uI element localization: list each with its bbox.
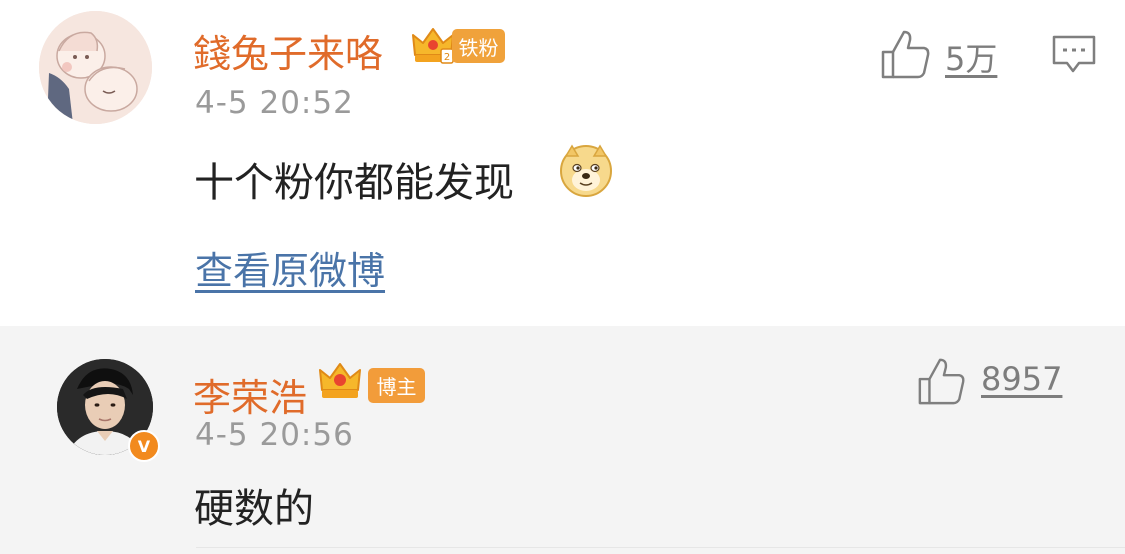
divider bbox=[196, 547, 1125, 548]
timestamp: 4-5 20:56 bbox=[195, 417, 354, 453]
like-count[interactable]: 5万 bbox=[945, 34, 997, 80]
username[interactable]: 錢兔子来咯 bbox=[193, 23, 383, 78]
comment-text: 硬数的 bbox=[194, 486, 314, 532]
verified-badge-icon: V bbox=[128, 430, 160, 462]
comment-text: 十个粉你都能发现 bbox=[194, 160, 514, 206]
thumbs-up-icon[interactable] bbox=[880, 28, 930, 84]
reply-comment-icon[interactable] bbox=[1051, 34, 1097, 80]
fan-badge: 铁粉 bbox=[452, 29, 505, 63]
username[interactable]: 李荣浩 bbox=[193, 367, 307, 422]
doge-emoji-icon bbox=[558, 142, 614, 202]
avatar[interactable] bbox=[39, 11, 152, 124]
timestamp: 4-5 20:52 bbox=[195, 85, 354, 121]
svg-text:2: 2 bbox=[444, 52, 450, 63]
like-count[interactable]: 8957 bbox=[981, 360, 1062, 398]
author-badge: 博主 bbox=[368, 368, 425, 403]
comment-item: 錢兔子来咯 2 铁粉 4-5 20:52 十个粉你都能发现 查看原微博 5万 bbox=[0, 0, 1125, 326]
view-original-post-link[interactable]: 查看原微博 bbox=[195, 240, 385, 295]
crown-icon bbox=[317, 360, 363, 406]
thumbs-up-icon[interactable] bbox=[916, 356, 966, 410]
crown-icon: 2 bbox=[411, 25, 455, 69]
